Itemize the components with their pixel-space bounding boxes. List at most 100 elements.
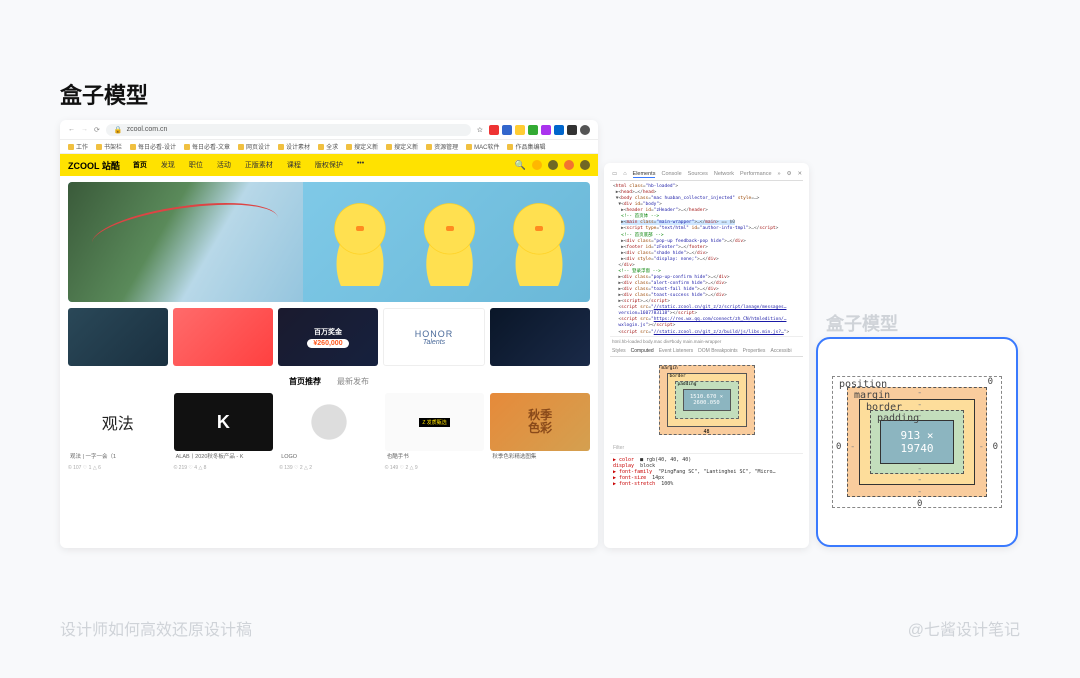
bookmark[interactable]: 工作 — [68, 142, 88, 151]
promo-card[interactable] — [490, 308, 590, 366]
thumb-col: 观法 观法 | 一字一会（1 © 107 ♡ 1 △ 6 — [68, 393, 168, 471]
panel-tab[interactable]: Computed — [631, 348, 654, 354]
nav-tab[interactable]: 版权保护 — [312, 158, 346, 172]
panel-tab[interactable]: Accessibi — [770, 348, 791, 354]
devtools-more[interactable]: » — [778, 171, 781, 178]
back-icon[interactable]: ← — [68, 126, 75, 133]
big-box-model: position 0 margin -- border - padding - … — [832, 376, 1002, 508]
dom-tree[interactable]: <html class="hb-loaded"> ▶<head>…</head>… — [610, 181, 803, 336]
big-box-content: 913 × 19740 — [880, 420, 954, 464]
bookmark[interactable]: 网页设计 — [238, 142, 270, 151]
star-icon[interactable]: ☆ — [477, 126, 483, 134]
breadcrumb[interactable]: html.hb-loaded body.mac div#body main.ma… — [610, 336, 803, 346]
bookmark[interactable]: MAC软件 — [466, 142, 499, 151]
computed-props: ▶ color ■ rgb(40, 40, 40) display block … — [610, 453, 803, 490]
thumb-col: 秋季 色彩 秋季色彩精选图集 — [490, 393, 590, 471]
devtools-tab[interactable]: Performance — [740, 171, 772, 178]
thumb[interactable]: 观法 — [68, 393, 168, 451]
url-text: zcool.com.cn — [127, 126, 168, 133]
bookmark[interactable]: 搜定义新 — [346, 142, 378, 151]
hero-art-left — [68, 182, 303, 302]
badge: Z 发质甄选 — [419, 418, 449, 427]
nav-tab[interactable]: 职位 — [186, 158, 206, 172]
url-field[interactable]: 🔒 zcool.com.cn — [106, 124, 471, 136]
bookmark[interactable]: 每日必看-文章 — [184, 142, 230, 151]
slide: 盒子模型 ← → ⟳ 🔒 zcool.com.cn ☆ 工作 — [0, 0, 1080, 678]
thumb[interactable] — [279, 393, 379, 451]
panel-tab[interactable]: Event Listeners — [659, 348, 693, 354]
reload-icon[interactable]: ⟳ — [94, 126, 100, 134]
inspect-icon[interactable]: ▭ — [612, 171, 617, 178]
promo-card[interactable] — [173, 308, 273, 366]
nav-tab[interactable]: 首页 — [130, 158, 150, 172]
search-icon[interactable]: 🔍 — [515, 160, 526, 171]
thumb[interactable]: K — [174, 393, 274, 451]
extensions — [489, 125, 590, 135]
ext-icon[interactable] — [515, 125, 525, 135]
bookmark[interactable]: 作品集编辑 — [507, 142, 545, 151]
close-icon[interactable]: ✕ — [798, 171, 803, 178]
ext-icon[interactable] — [502, 125, 512, 135]
device-icon[interactable]: ⌂ — [623, 171, 626, 178]
forward-icon[interactable]: → — [81, 126, 88, 133]
section-tab[interactable]: 最新发布 — [337, 376, 369, 387]
promo-title: 百万奖金 — [314, 327, 342, 337]
thumb-stats: © 219 ♡ 4 △ 8 — [174, 465, 274, 471]
thumb-stats: © 149 ♡ 2 △ 9 — [385, 465, 485, 471]
notification-icon[interactable] — [564, 160, 574, 170]
promo-prize: ¥260,000 — [307, 339, 348, 348]
devtools-tab[interactable]: Console — [661, 171, 681, 178]
mascot — [498, 198, 580, 286]
lock-icon: 🔒 — [114, 126, 123, 134]
devtools-tab[interactable]: Sources — [688, 171, 708, 178]
header-actions: 🔍 — [515, 160, 590, 171]
promo-card[interactable]: 百万奖金 ¥260,000 — [278, 308, 378, 366]
bookmark[interactable]: 搜定义新 — [386, 142, 418, 151]
devtools-tab[interactable]: Network — [714, 171, 734, 178]
filter-input[interactable]: Filter — [610, 443, 803, 453]
ext-icon[interactable] — [489, 125, 499, 135]
thumb-title: ALAB丨2020秋冬板产品 - K — [174, 451, 274, 465]
thumb-col: Z 发质甄选 也酷手书 © 149 ♡ 2 △ 9 — [385, 393, 485, 471]
mascot — [319, 198, 401, 286]
promo-card[interactable]: HONOR Talents — [383, 308, 485, 366]
nav-tab[interactable]: 课程 — [284, 158, 304, 172]
gear-icon[interactable]: ⚙ — [787, 171, 792, 178]
bookmark[interactable]: 设计素材 — [278, 142, 310, 151]
bookmark[interactable]: 每日必看-设计 — [130, 142, 176, 151]
thumb-title: 也酷手书 — [385, 451, 485, 465]
ext-icon[interactable] — [541, 125, 551, 135]
bookmark[interactable]: 书架栏 — [96, 142, 122, 151]
ext-icon[interactable] — [528, 125, 538, 135]
nav-tab[interactable]: 活动 — [214, 158, 234, 172]
thumb-grid: 观法 观法 | 一字一会（1 © 107 ♡ 1 △ 6 K ALAB丨2020… — [60, 393, 598, 471]
avatar-icon[interactable] — [580, 125, 590, 135]
bookmark[interactable]: 资源管理 — [426, 142, 458, 151]
thumb[interactable]: 秋季 色彩 — [490, 393, 590, 451]
nav-tab[interactable]: 正版素材 — [242, 158, 276, 172]
style-panels: Styles Computed Event Listeners DOM Brea… — [610, 346, 803, 357]
nav-tab[interactable]: 发现 — [158, 158, 178, 172]
section-tab[interactable]: 首页推荐 — [289, 376, 321, 387]
home-icon[interactable] — [548, 160, 558, 170]
promo-card[interactable] — [68, 308, 168, 366]
bookmark[interactable]: 全求 — [318, 142, 338, 151]
panel-tab[interactable]: Styles — [612, 348, 626, 354]
hero-banner[interactable] — [68, 182, 590, 302]
avatar[interactable] — [580, 160, 590, 170]
ext-icon[interactable] — [567, 125, 577, 135]
thumb[interactable]: Z 发质甄选 — [385, 393, 485, 451]
thumb-stats: © 139 ♡ 2 △ 2 — [279, 465, 379, 471]
site-header: ZCOOL 站酷 首页 发现 职位 活动 正版素材 课程 版权保护 ••• 🔍 — [60, 154, 598, 176]
callout-label: 盒子模型 — [826, 310, 898, 336]
thumb-col: LOGO © 139 ♡ 2 △ 2 — [279, 393, 379, 471]
nav-tab[interactable]: ••• — [354, 158, 367, 172]
ext-icon[interactable] — [554, 125, 564, 135]
devtools-tab[interactable]: Elements — [633, 171, 656, 178]
site-nav: 首页 发现 职位 活动 正版素材 课程 版权保护 ••• — [130, 158, 505, 172]
slide-title: 盒子模型 — [60, 78, 148, 110]
upload-icon[interactable] — [532, 160, 542, 170]
panel-tab[interactable]: DOM Breakpoints — [698, 348, 737, 354]
site-logo[interactable]: ZCOOL 站酷 — [68, 159, 120, 172]
panel-tab[interactable]: Properties — [743, 348, 766, 354]
